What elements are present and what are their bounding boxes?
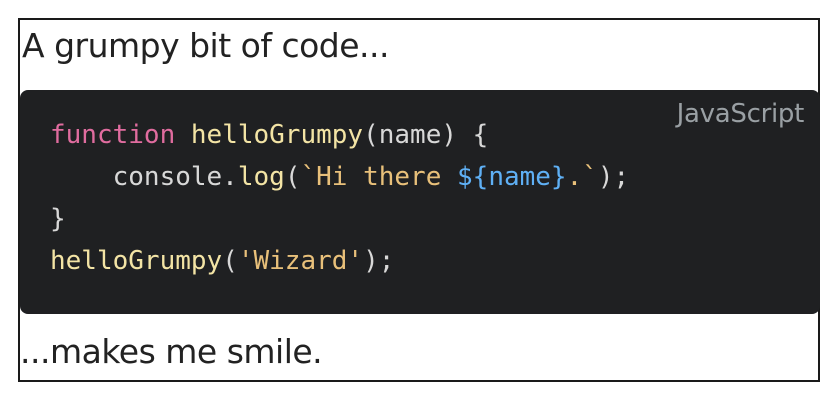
code-token-function: log — [237, 162, 285, 192]
code-token-string: `Hi there — [300, 162, 458, 192]
code-token-interpolation: ${name} — [457, 162, 567, 192]
code-token-string: 'Wizard' — [237, 246, 364, 276]
code-token-plain: ); — [597, 162, 630, 192]
code-block: JavaScript function helloGrumpy(name) { … — [20, 90, 820, 314]
code-token-plain: ( — [284, 162, 301, 192]
footer-text: ...makes me smile. — [20, 332, 323, 371]
code-line: } — [50, 198, 629, 240]
code-token-plain: (name) { — [363, 120, 489, 150]
code-token-plain: } — [50, 204, 66, 234]
code-token-function: helloGrumpy — [190, 120, 364, 150]
code-content: function helloGrumpy(name) { console.log… — [50, 114, 629, 282]
code-language-label: JavaScript — [676, 99, 805, 129]
code-token-function: helloGrumpy — [50, 246, 223, 276]
code-line: console.log(`Hi there ${name}.`); — [50, 156, 630, 198]
code-line: helloGrumpy('Wizard'); — [50, 240, 629, 282]
code-line: function helloGrumpy(name) { — [50, 114, 629, 156]
page-heading: A grumpy bit of code... — [22, 26, 390, 65]
code-token-keyword: function — [50, 120, 176, 150]
code-token-string: .` — [566, 162, 598, 192]
code-token-plain: ); — [363, 246, 395, 276]
code-token-plain: console. — [50, 162, 238, 192]
code-token-plain: ( — [222, 246, 238, 276]
content-frame: A grumpy bit of code... JavaScript funct… — [18, 18, 820, 382]
